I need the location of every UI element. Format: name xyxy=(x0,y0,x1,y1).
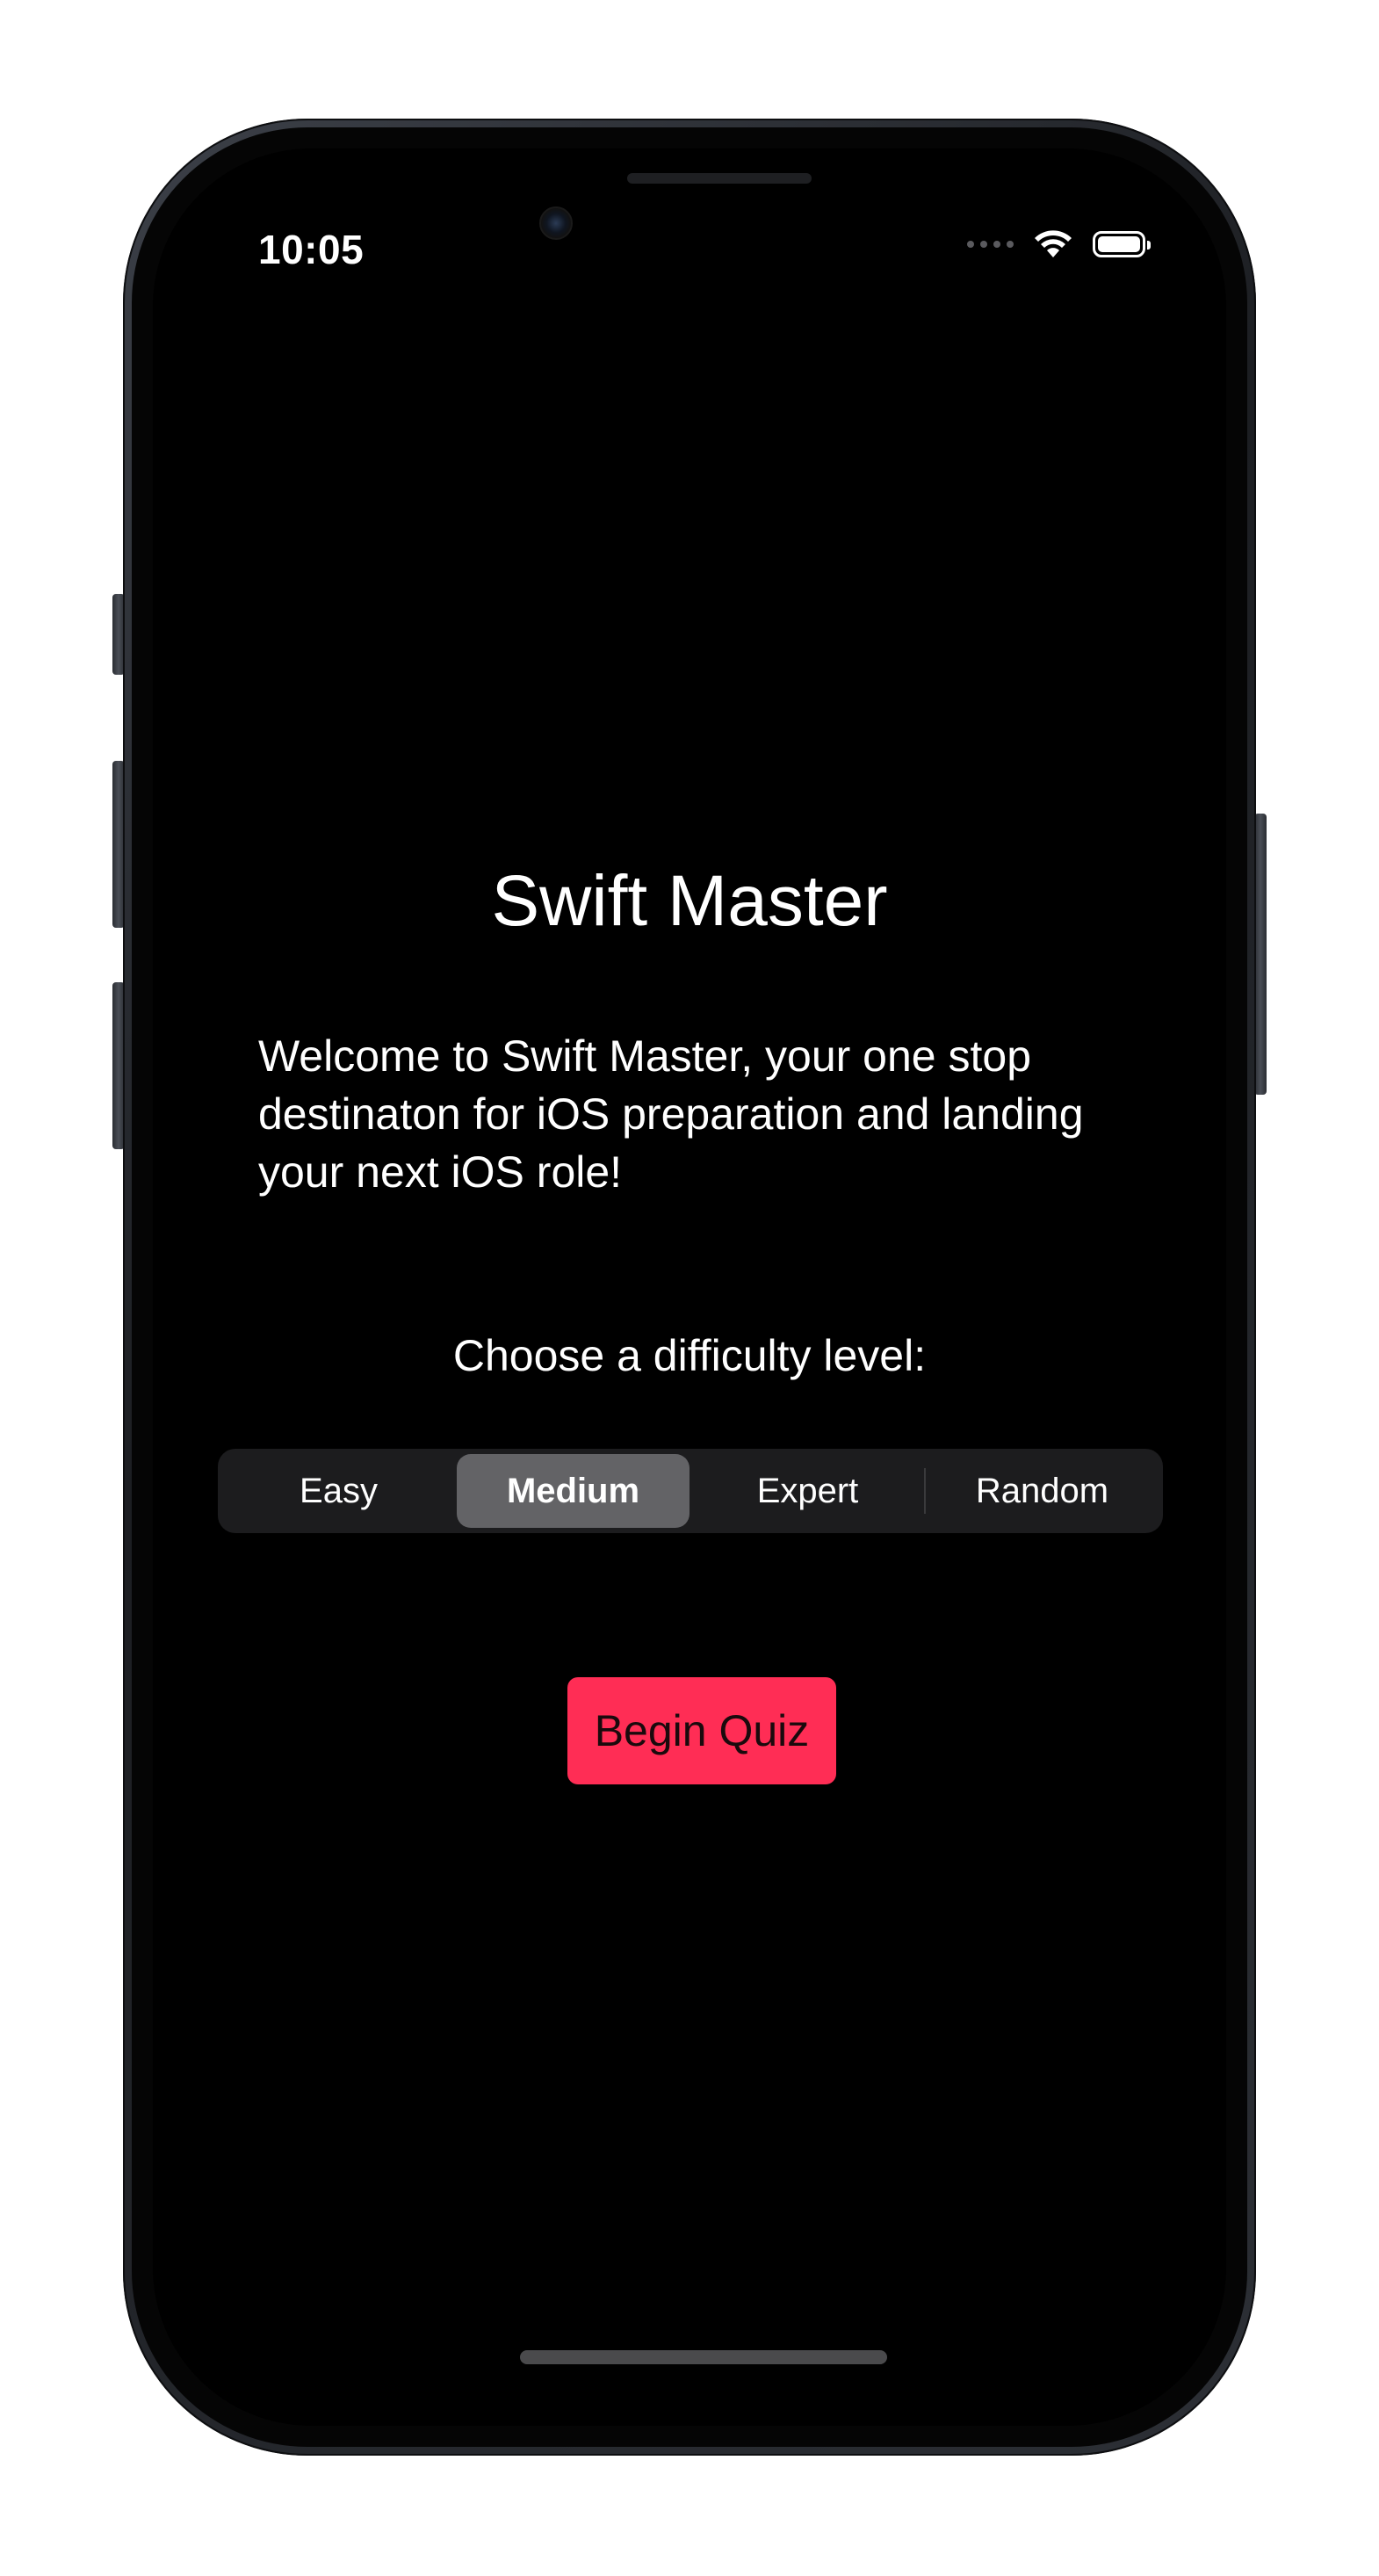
phone-screen: 10:05 Swift Master Welcome to Swift Mast… xyxy=(153,148,1226,2426)
wifi-icon xyxy=(1035,230,1072,257)
device-mockup: 10:05 Swift Master Welcome to Swift Mast… xyxy=(0,0,1379,2576)
phone-frame: 10:05 Swift Master Welcome to Swift Mast… xyxy=(123,119,1256,2456)
segment-expert[interactable]: Expert xyxy=(691,1454,924,1528)
welcome-text: Welcome to Swift Master, your one stop d… xyxy=(258,1031,1084,1197)
difficulty-prompt: Choose a difficulty level: xyxy=(452,1331,927,1380)
battery-icon xyxy=(1093,231,1151,257)
segment-easy[interactable]: Easy xyxy=(222,1454,455,1528)
status-time: 10:05 xyxy=(258,227,365,272)
power-button xyxy=(1254,814,1267,1095)
front-camera-icon xyxy=(539,206,573,240)
signal-dots-icon xyxy=(967,241,1014,248)
segment-random[interactable]: Random xyxy=(926,1454,1159,1528)
home-indicator[interactable] xyxy=(520,2350,887,2364)
battery-level xyxy=(1098,236,1140,252)
difficulty-segmented-control[interactable]: Easy Medium Expert Random xyxy=(218,1449,1163,1533)
phone-bezel: 10:05 Swift Master Welcome to Swift Mast… xyxy=(132,127,1247,2447)
earpiece-speaker xyxy=(627,173,812,184)
begin-quiz-button[interactable]: Begin Quiz xyxy=(567,1677,836,1784)
segment-medium[interactable]: Medium xyxy=(457,1454,690,1528)
battery-tip xyxy=(1147,241,1151,250)
status-icons xyxy=(967,229,1151,259)
app-title: Swift Master xyxy=(491,861,888,941)
